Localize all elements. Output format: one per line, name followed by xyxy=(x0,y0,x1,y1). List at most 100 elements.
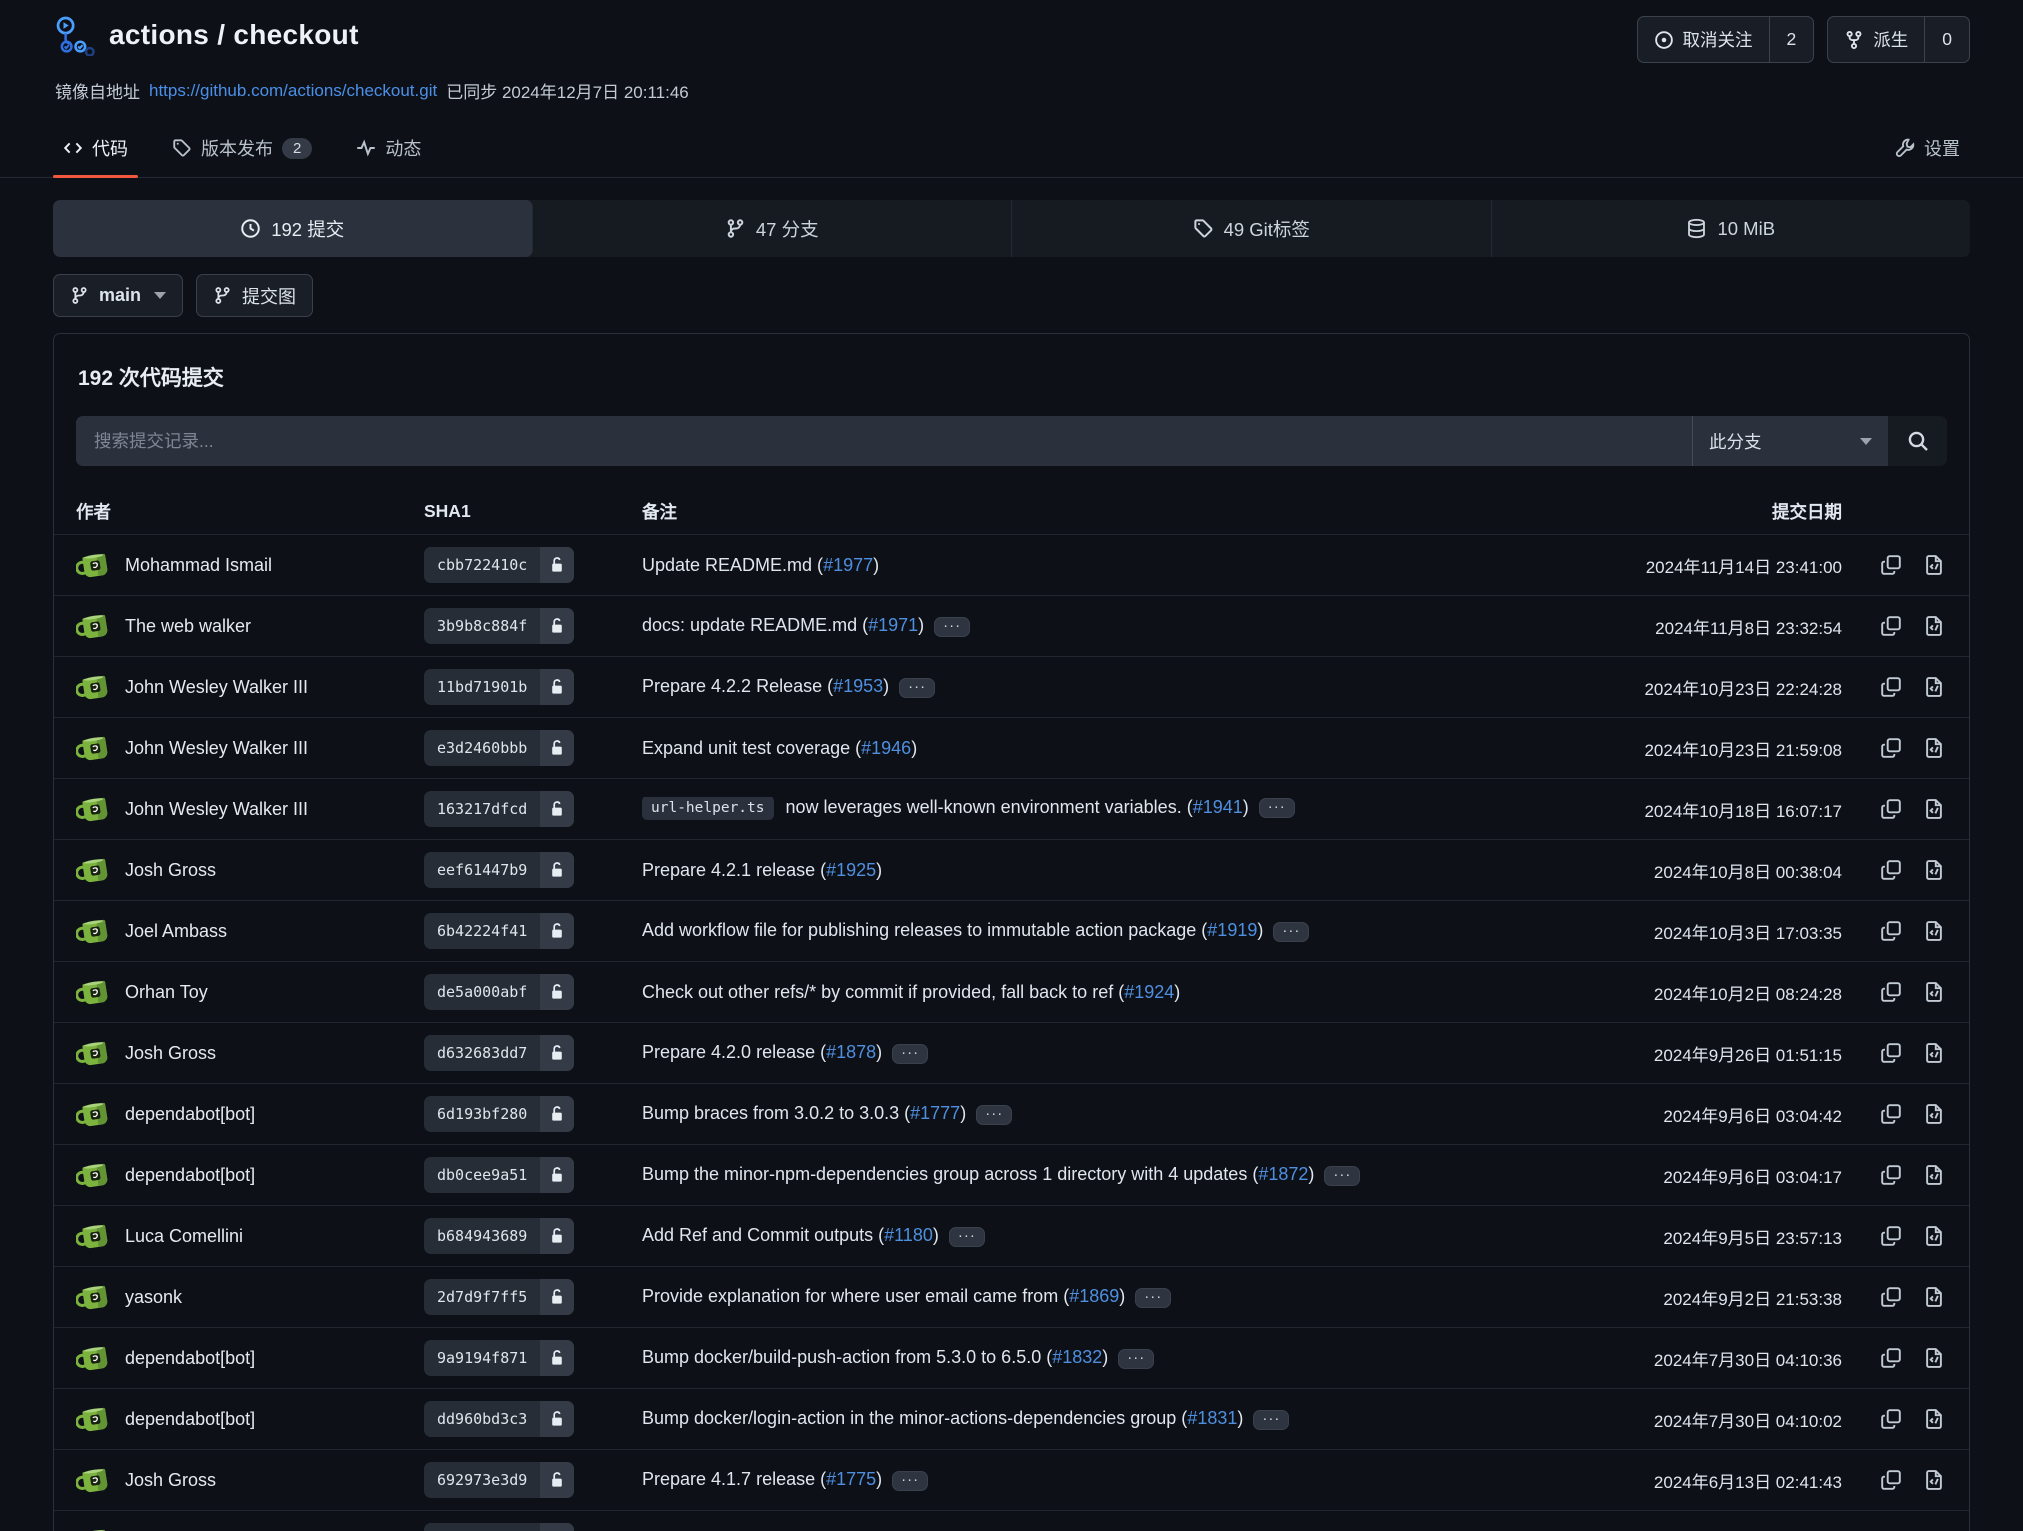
user-avatar-mug-icon[interactable] xyxy=(76,547,112,583)
expand-commit-message-button[interactable]: ··· xyxy=(1259,798,1295,818)
commit-author-name[interactable]: Josh Gross xyxy=(125,1470,216,1491)
commit-author-name[interactable]: Orhan Toy xyxy=(125,982,208,1003)
copy-sha-button[interactable] xyxy=(1880,1225,1902,1247)
expand-commit-message-button[interactable]: ··· xyxy=(1324,1166,1360,1186)
commit-sha-link[interactable]: db0cee9a51 xyxy=(424,1157,574,1193)
commit-author-name[interactable]: John Wesley Walker III xyxy=(125,738,308,759)
expand-commit-message-button[interactable]: ··· xyxy=(976,1105,1012,1125)
commit-sha-link[interactable]: cbb722410c xyxy=(424,547,574,583)
commit-author-name[interactable]: dependabot[bot] xyxy=(125,1348,255,1369)
repo-title[interactable]: actions / checkout xyxy=(109,19,359,51)
commit-author-name[interactable]: John Wesley Walker III xyxy=(125,799,308,820)
commit-sha-link[interactable]: e3d2460bbb xyxy=(424,730,574,766)
commit-author-name[interactable]: The web walker xyxy=(125,616,251,637)
user-avatar-mug-icon[interactable] xyxy=(76,1096,112,1132)
issue-link[interactable]: #1946 xyxy=(861,738,911,758)
tab-releases[interactable]: 版本发布 2 xyxy=(162,123,322,177)
commit-author-name[interactable]: yasonk xyxy=(125,1287,182,1308)
copy-sha-button[interactable] xyxy=(1880,615,1902,637)
view-file-at-commit-button[interactable] xyxy=(1923,615,1945,637)
commit-graph-button[interactable]: 提交图 xyxy=(196,274,313,317)
branch-selector[interactable]: main xyxy=(53,274,183,317)
user-avatar-mug-icon[interactable] xyxy=(76,1218,112,1254)
view-file-at-commit-button[interactable] xyxy=(1923,1286,1945,1308)
tab-settings[interactable]: 设置 xyxy=(1885,123,1970,177)
expand-commit-message-button[interactable]: ··· xyxy=(892,1044,928,1064)
commit-sha-link[interactable]: b684943689 xyxy=(424,1218,574,1254)
copy-sha-button[interactable] xyxy=(1880,920,1902,942)
commit-author-name[interactable]: dependabot[bot] xyxy=(125,1409,255,1430)
view-file-at-commit-button[interactable] xyxy=(1923,859,1945,881)
issue-link[interactable]: #1925 xyxy=(826,860,876,880)
commit-sha-link[interactable]: 2d7d9f7ff5 xyxy=(424,1279,574,1315)
copy-sha-button[interactable] xyxy=(1880,554,1902,576)
mirror-url-link[interactable]: https://github.com/actions/checkout.git xyxy=(149,81,437,101)
commit-author-name[interactable]: Joel Ambass xyxy=(125,921,227,942)
copy-sha-button[interactable] xyxy=(1880,737,1902,759)
copy-sha-button[interactable] xyxy=(1880,676,1902,698)
issue-link[interactable]: #1924 xyxy=(1124,982,1174,1002)
copy-sha-button[interactable] xyxy=(1880,1103,1902,1125)
view-file-at-commit-button[interactable] xyxy=(1923,1408,1945,1430)
expand-commit-message-button[interactable]: ··· xyxy=(892,1471,928,1491)
copy-sha-button[interactable] xyxy=(1880,1347,1902,1369)
copy-sha-button[interactable] xyxy=(1880,1164,1902,1186)
commit-author-name[interactable]: Mohammad Ismail xyxy=(125,555,272,576)
copy-sha-button[interactable] xyxy=(1880,1408,1902,1430)
watchers-count[interactable]: 2 xyxy=(1769,17,1814,62)
user-avatar-mug-icon[interactable] xyxy=(76,1035,112,1071)
issue-link[interactable]: #1977 xyxy=(823,555,873,575)
commit-author-name[interactable]: John Wesley Walker III xyxy=(125,677,308,698)
issue-link[interactable]: #1953 xyxy=(833,676,883,696)
commit-author-name[interactable]: Josh Gross xyxy=(125,1043,216,1064)
user-avatar-mug-icon[interactable] xyxy=(76,669,112,705)
user-avatar-mug-icon[interactable] xyxy=(76,1462,112,1498)
commit-sha-link[interactable]: 163217dfcd xyxy=(424,791,574,827)
view-file-at-commit-button[interactable] xyxy=(1923,981,1945,1003)
stat-branches[interactable]: 47 分支 xyxy=(533,200,1013,257)
unwatch-button[interactable]: 取消关注 xyxy=(1638,17,1769,62)
commit-sha-link[interactable]: 11bd71901b xyxy=(424,669,574,705)
expand-commit-message-button[interactable]: ··· xyxy=(1118,1349,1154,1369)
user-avatar-mug-icon[interactable] xyxy=(76,1401,112,1437)
view-file-at-commit-button[interactable] xyxy=(1923,676,1945,698)
search-button[interactable] xyxy=(1888,416,1947,466)
view-file-at-commit-button[interactable] xyxy=(1923,737,1945,759)
copy-sha-button[interactable] xyxy=(1880,981,1902,1003)
commit-sha-link[interactable]: 692973e3d9 xyxy=(424,1462,574,1498)
issue-link[interactable]: #1878 xyxy=(826,1042,876,1062)
issue-link[interactable]: #1831 xyxy=(1187,1408,1237,1428)
copy-sha-button[interactable] xyxy=(1880,1286,1902,1308)
expand-commit-message-button[interactable]: ··· xyxy=(1273,922,1309,942)
view-file-at-commit-button[interactable] xyxy=(1923,1042,1945,1064)
issue-link[interactable]: #1832 xyxy=(1052,1347,1102,1367)
commit-sha-link[interactable]: 6ccd57f4c5 xyxy=(424,1523,574,1531)
copy-sha-button[interactable] xyxy=(1880,859,1902,881)
view-file-at-commit-button[interactable] xyxy=(1923,798,1945,820)
user-avatar-mug-icon[interactable] xyxy=(76,608,112,644)
forks-count[interactable]: 0 xyxy=(1924,17,1969,62)
issue-link[interactable]: #1872 xyxy=(1258,1164,1308,1184)
copy-sha-button[interactable] xyxy=(1880,798,1902,820)
expand-commit-message-button[interactable]: ··· xyxy=(1253,1410,1289,1430)
issue-link[interactable]: #1971 xyxy=(868,615,918,635)
commit-author-name[interactable]: Josh Gross xyxy=(125,860,216,881)
commit-sha-link[interactable]: 3b9b8c884f xyxy=(424,608,574,644)
branch-filter-dropdown[interactable]: 此分支 xyxy=(1692,416,1888,466)
user-avatar-mug-icon[interactable] xyxy=(76,974,112,1010)
issue-link[interactable]: #1941 xyxy=(1193,797,1243,817)
user-avatar-mug-icon[interactable] xyxy=(76,852,112,888)
user-avatar-mug-icon[interactable] xyxy=(76,913,112,949)
expand-commit-message-button[interactable]: ··· xyxy=(949,1227,985,1247)
copy-sha-button[interactable] xyxy=(1880,1042,1902,1064)
issue-link[interactable]: #1919 xyxy=(1207,920,1257,940)
expand-commit-message-button[interactable]: ··· xyxy=(899,678,935,698)
stat-commits[interactable]: 192 提交 xyxy=(53,200,533,257)
user-avatar-mug-icon[interactable] xyxy=(76,1157,112,1193)
commit-sha-link[interactable]: eef61447b9 xyxy=(424,852,574,888)
commit-author-name[interactable]: dependabot[bot] xyxy=(125,1104,255,1125)
expand-commit-message-button[interactable]: ··· xyxy=(1135,1288,1171,1308)
commit-author-name[interactable]: Luca Comellini xyxy=(125,1226,243,1247)
user-avatar-mug-icon[interactable] xyxy=(76,1523,112,1531)
user-avatar-mug-icon[interactable] xyxy=(76,730,112,766)
